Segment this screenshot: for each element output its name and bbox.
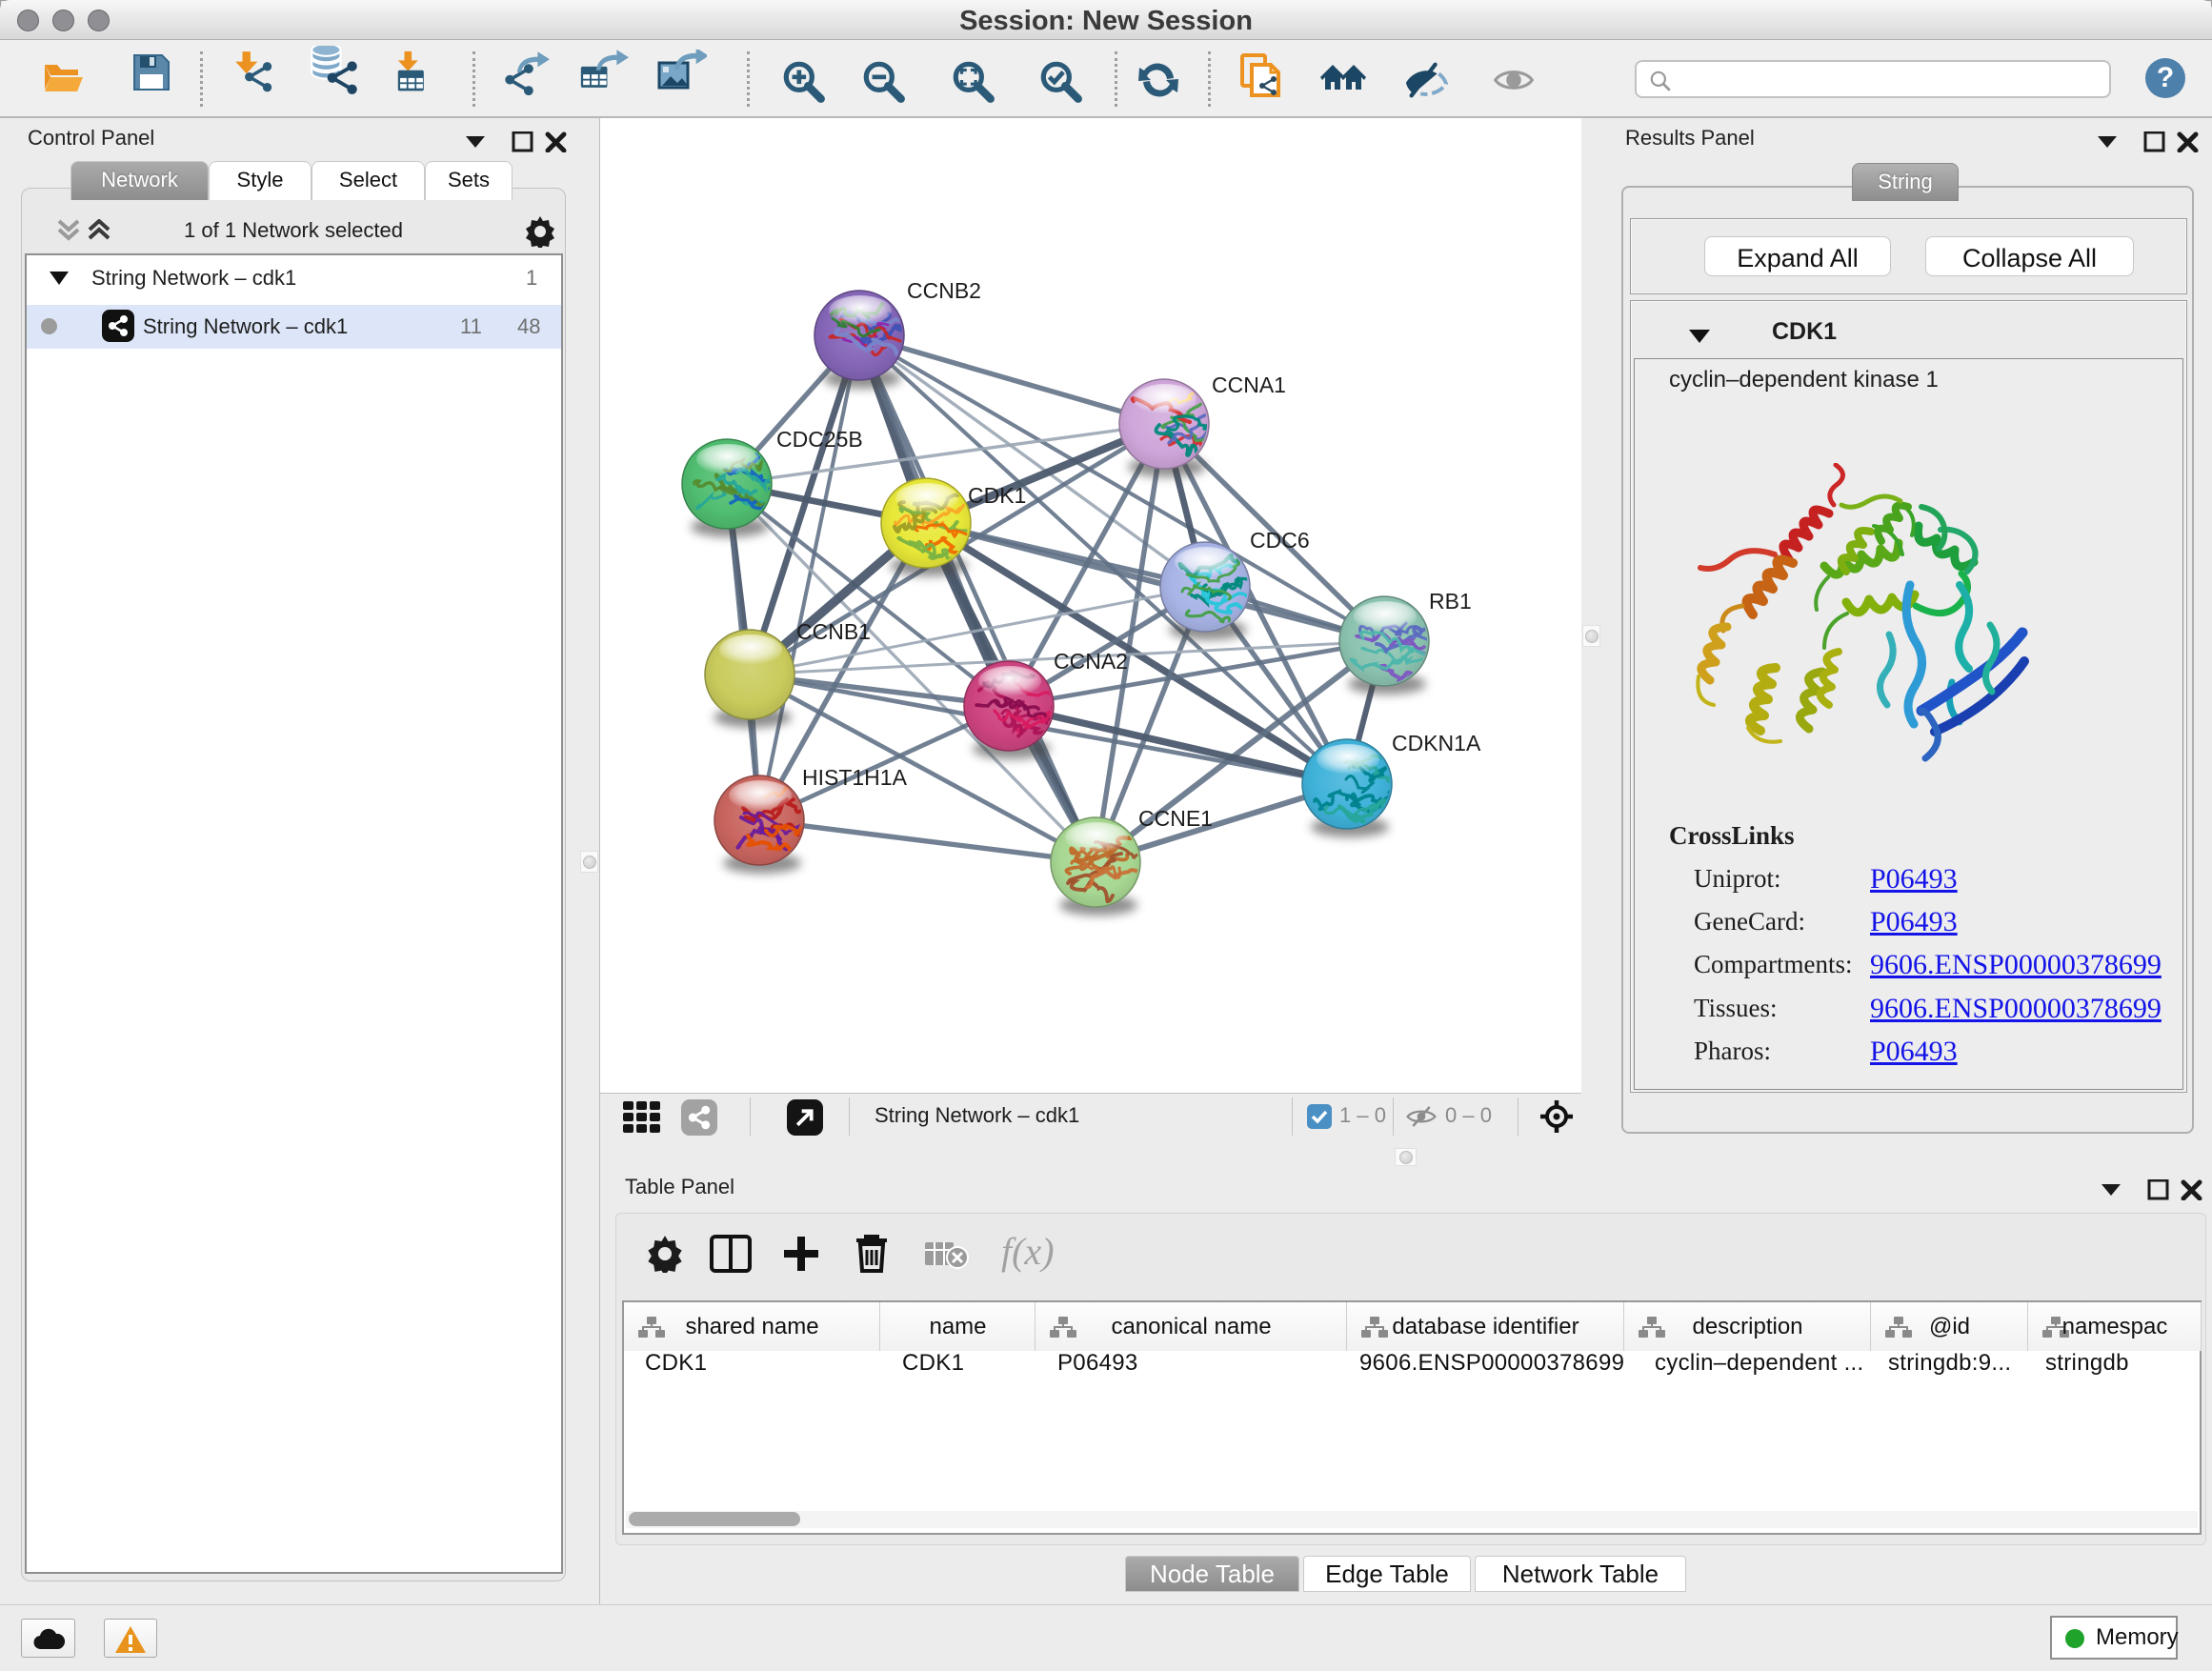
svg-text:CDKN1A: CDKN1A bbox=[1392, 731, 1481, 755]
svg-text:CDK1: CDK1 bbox=[968, 483, 1026, 508]
svg-text:CDC25B: CDC25B bbox=[776, 427, 863, 452]
svg-text:CCNA2: CCNA2 bbox=[1054, 649, 1128, 674]
svg-text:CCNB2: CCNB2 bbox=[907, 278, 981, 303]
svg-text:CCNE1: CCNE1 bbox=[1138, 806, 1213, 831]
svg-text:RB1: RB1 bbox=[1429, 589, 1472, 614]
svg-text:CCNB1: CCNB1 bbox=[796, 619, 871, 644]
svg-text:CCNA1: CCNA1 bbox=[1212, 372, 1286, 397]
svg-text:CDC6: CDC6 bbox=[1250, 528, 1310, 553]
svg-text:HIST1H1A: HIST1H1A bbox=[802, 765, 908, 790]
